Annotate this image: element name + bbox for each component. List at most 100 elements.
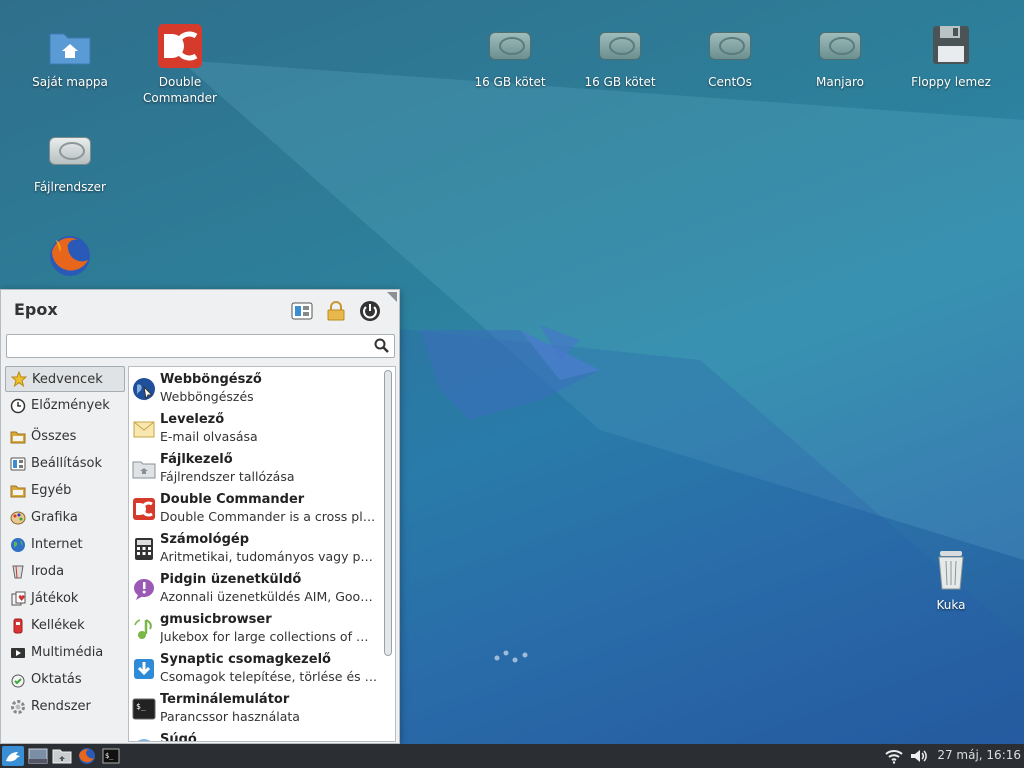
office-icon [10,564,26,580]
resize-grip-icon[interactable] [387,292,397,302]
category-office[interactable]: Iroda [5,558,125,585]
desktop-icon-centos[interactable]: CentOs [680,22,780,90]
svg-text:♥: ♥ [18,594,25,603]
desktop-icon-volume-1[interactable]: 16 GB kötet [460,22,560,90]
pidgin-icon [132,577,156,601]
category-settings[interactable]: Beállítások [5,450,125,477]
category-all[interactable]: Összes [5,423,125,450]
calculator-icon [132,537,156,561]
home-folder-icon [46,22,94,70]
category-recent[interactable]: Előzmények [5,392,125,419]
app-list-scrollbar[interactable] [384,370,392,656]
education-icon [10,672,26,688]
package-icon [132,657,156,681]
system-gear-icon [10,699,26,715]
games-icon: ♥ [10,591,26,607]
history-icon [10,398,26,414]
bottom-panel: $_ 27 máj, 16:16 [0,744,1024,768]
search-icon [374,338,389,353]
category-other[interactable]: Egyéb [5,477,125,504]
desktop-icon-firefox[interactable] [20,230,120,282]
double-commander-icon [132,497,156,521]
desktop-icon-volume-2[interactable]: 16 GB kötet [570,22,670,90]
search-field[interactable] [6,334,395,358]
desktop-icon-trash[interactable]: Kuka [901,545,1001,613]
palette-icon [10,510,26,526]
log-out-button[interactable] [358,299,382,323]
xfce-mouse-icon [6,752,20,762]
app-item-web-browser[interactable]: Webböngésző Webböngészés [129,367,395,407]
whisker-menu: Epox Kedvencek Előzmények Összes Beállít… [0,289,400,744]
category-graphics[interactable]: Grafika [5,504,125,531]
category-education[interactable]: Oktatás [5,666,125,693]
web-browser-icon [132,377,156,401]
app-item-double-commander[interactable]: Double Commander Double Commander is a cr… [129,487,395,527]
power-icon [360,301,380,321]
settings-icon [10,456,26,472]
help-icon [132,737,156,741]
terminal-icon: $_ [102,748,120,764]
accessories-icon [10,618,26,634]
menu-user-name: Epox [14,300,58,319]
music-icon [132,617,156,641]
app-item-mail[interactable]: Levelező E-mail olvasása [129,407,395,447]
speaker-icon [911,750,927,762]
multimedia-icon [10,645,26,661]
panel-clock[interactable]: 27 máj, 16:16 [937,748,1021,762]
drive-icon [46,127,94,175]
app-item-terminal[interactable]: $_ Terminálemulátor Parancssor használata [129,687,395,727]
show-desktop-button[interactable] [27,746,49,766]
desktop-icon-home[interactable]: Saját mappa [20,22,120,90]
desktop-icon-double-commander[interactable]: Double Commander [130,22,230,106]
double-commander-icon [156,22,204,70]
firefox-icon [46,230,94,278]
firefox-icon [79,748,95,764]
folder-icon [10,429,26,445]
floppy-icon [927,22,975,70]
drive-icon [486,22,534,70]
star-icon [10,370,28,388]
app-item-help[interactable]: Súgó [129,727,395,741]
settings-manager-icon [291,302,313,320]
category-accessories[interactable]: Kellékek [5,612,125,639]
loading-dot [494,655,500,661]
whisker-menu-button[interactable] [2,746,24,766]
folder-launcher-icon [52,749,72,764]
lock-screen-button[interactable] [324,299,348,323]
drive-icon [816,22,864,70]
firefox-launcher[interactable] [76,746,98,766]
category-internet[interactable]: Internet [5,531,125,558]
volume-indicator[interactable] [908,746,930,766]
search-input[interactable] [7,335,367,357]
globe-icon [10,537,26,553]
settings-manager-button[interactable] [290,299,314,323]
desktop-icon-filesystem[interactable]: Fájlrendszer [20,127,120,195]
app-item-pidgin[interactable]: Pidgin üzenetküldő Azonnali üzenetküldés … [129,567,395,607]
svg-text:$_: $_ [105,752,114,760]
drive-icon [706,22,754,70]
category-multimedia[interactable]: Multimédia [5,639,125,666]
category-favorites[interactable]: Kedvencek [5,366,125,392]
desktop-icon-floppy[interactable]: Floppy lemez [901,22,1001,90]
app-item-synaptic[interactable]: Synaptic csomagkezelő Csomagok telepítése… [129,647,395,687]
app-item-gmusicbrowser[interactable]: gmusicbrowser Jukebox for large collectio… [129,607,395,647]
file-manager-icon [132,457,156,481]
show-desktop-icon [28,748,48,764]
app-item-calculator[interactable]: Számológép Aritmetikai, tudományos vagy p… [129,527,395,567]
category-list: Kedvencek Előzmények Összes Beállítások … [5,366,125,720]
app-item-file-manager[interactable]: Fájlkezelő Fájlrendszer tallózása [129,447,395,487]
application-list: Webböngésző Webböngészés Levelező E-mail o… [128,366,396,742]
lock-icon [327,301,345,321]
trash-icon [927,545,975,593]
wifi-icon [885,750,903,764]
folder-icon [10,483,26,499]
terminal-launcher[interactable]: $_ [100,746,122,766]
file-manager-launcher[interactable] [51,746,73,766]
category-games[interactable]: ♥ Játékok [5,585,125,612]
desktop-icon-manjaro[interactable]: Manjaro [790,22,890,90]
category-system[interactable]: Rendszer [5,693,125,720]
network-indicator[interactable] [883,746,905,766]
svg-text:$_: $_ [136,702,146,711]
terminal-icon: $_ [132,697,156,721]
drive-icon [596,22,644,70]
